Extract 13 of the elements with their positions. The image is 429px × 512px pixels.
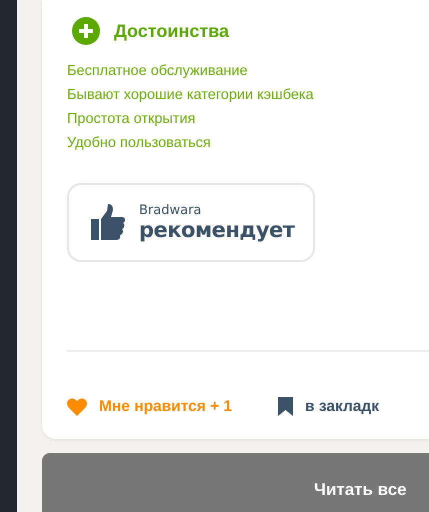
read-all-button[interactable]: Читать все [42, 453, 429, 512]
pro-item: Простота открытия [67, 110, 196, 129]
plus-icon [72, 17, 100, 45]
pro-item: Удобно пользоваться [67, 134, 212, 153]
section-title: Достоинства [114, 20, 229, 42]
bookmark-icon[interactable] [278, 397, 294, 416]
brand-label: Bradwara [139, 203, 202, 218]
like-link[interactable]: Мне нравится + 1 [99, 398, 232, 416]
thumbs-up-icon [91, 204, 125, 241]
pro-item: Бывают хорошие категории кэшбека [67, 86, 315, 105]
bookmark-link[interactable]: в закладк [305, 398, 380, 416]
recommend-label: рекомендует [139, 218, 294, 242]
pro-item: Бесплатное обслуживание [67, 62, 249, 81]
